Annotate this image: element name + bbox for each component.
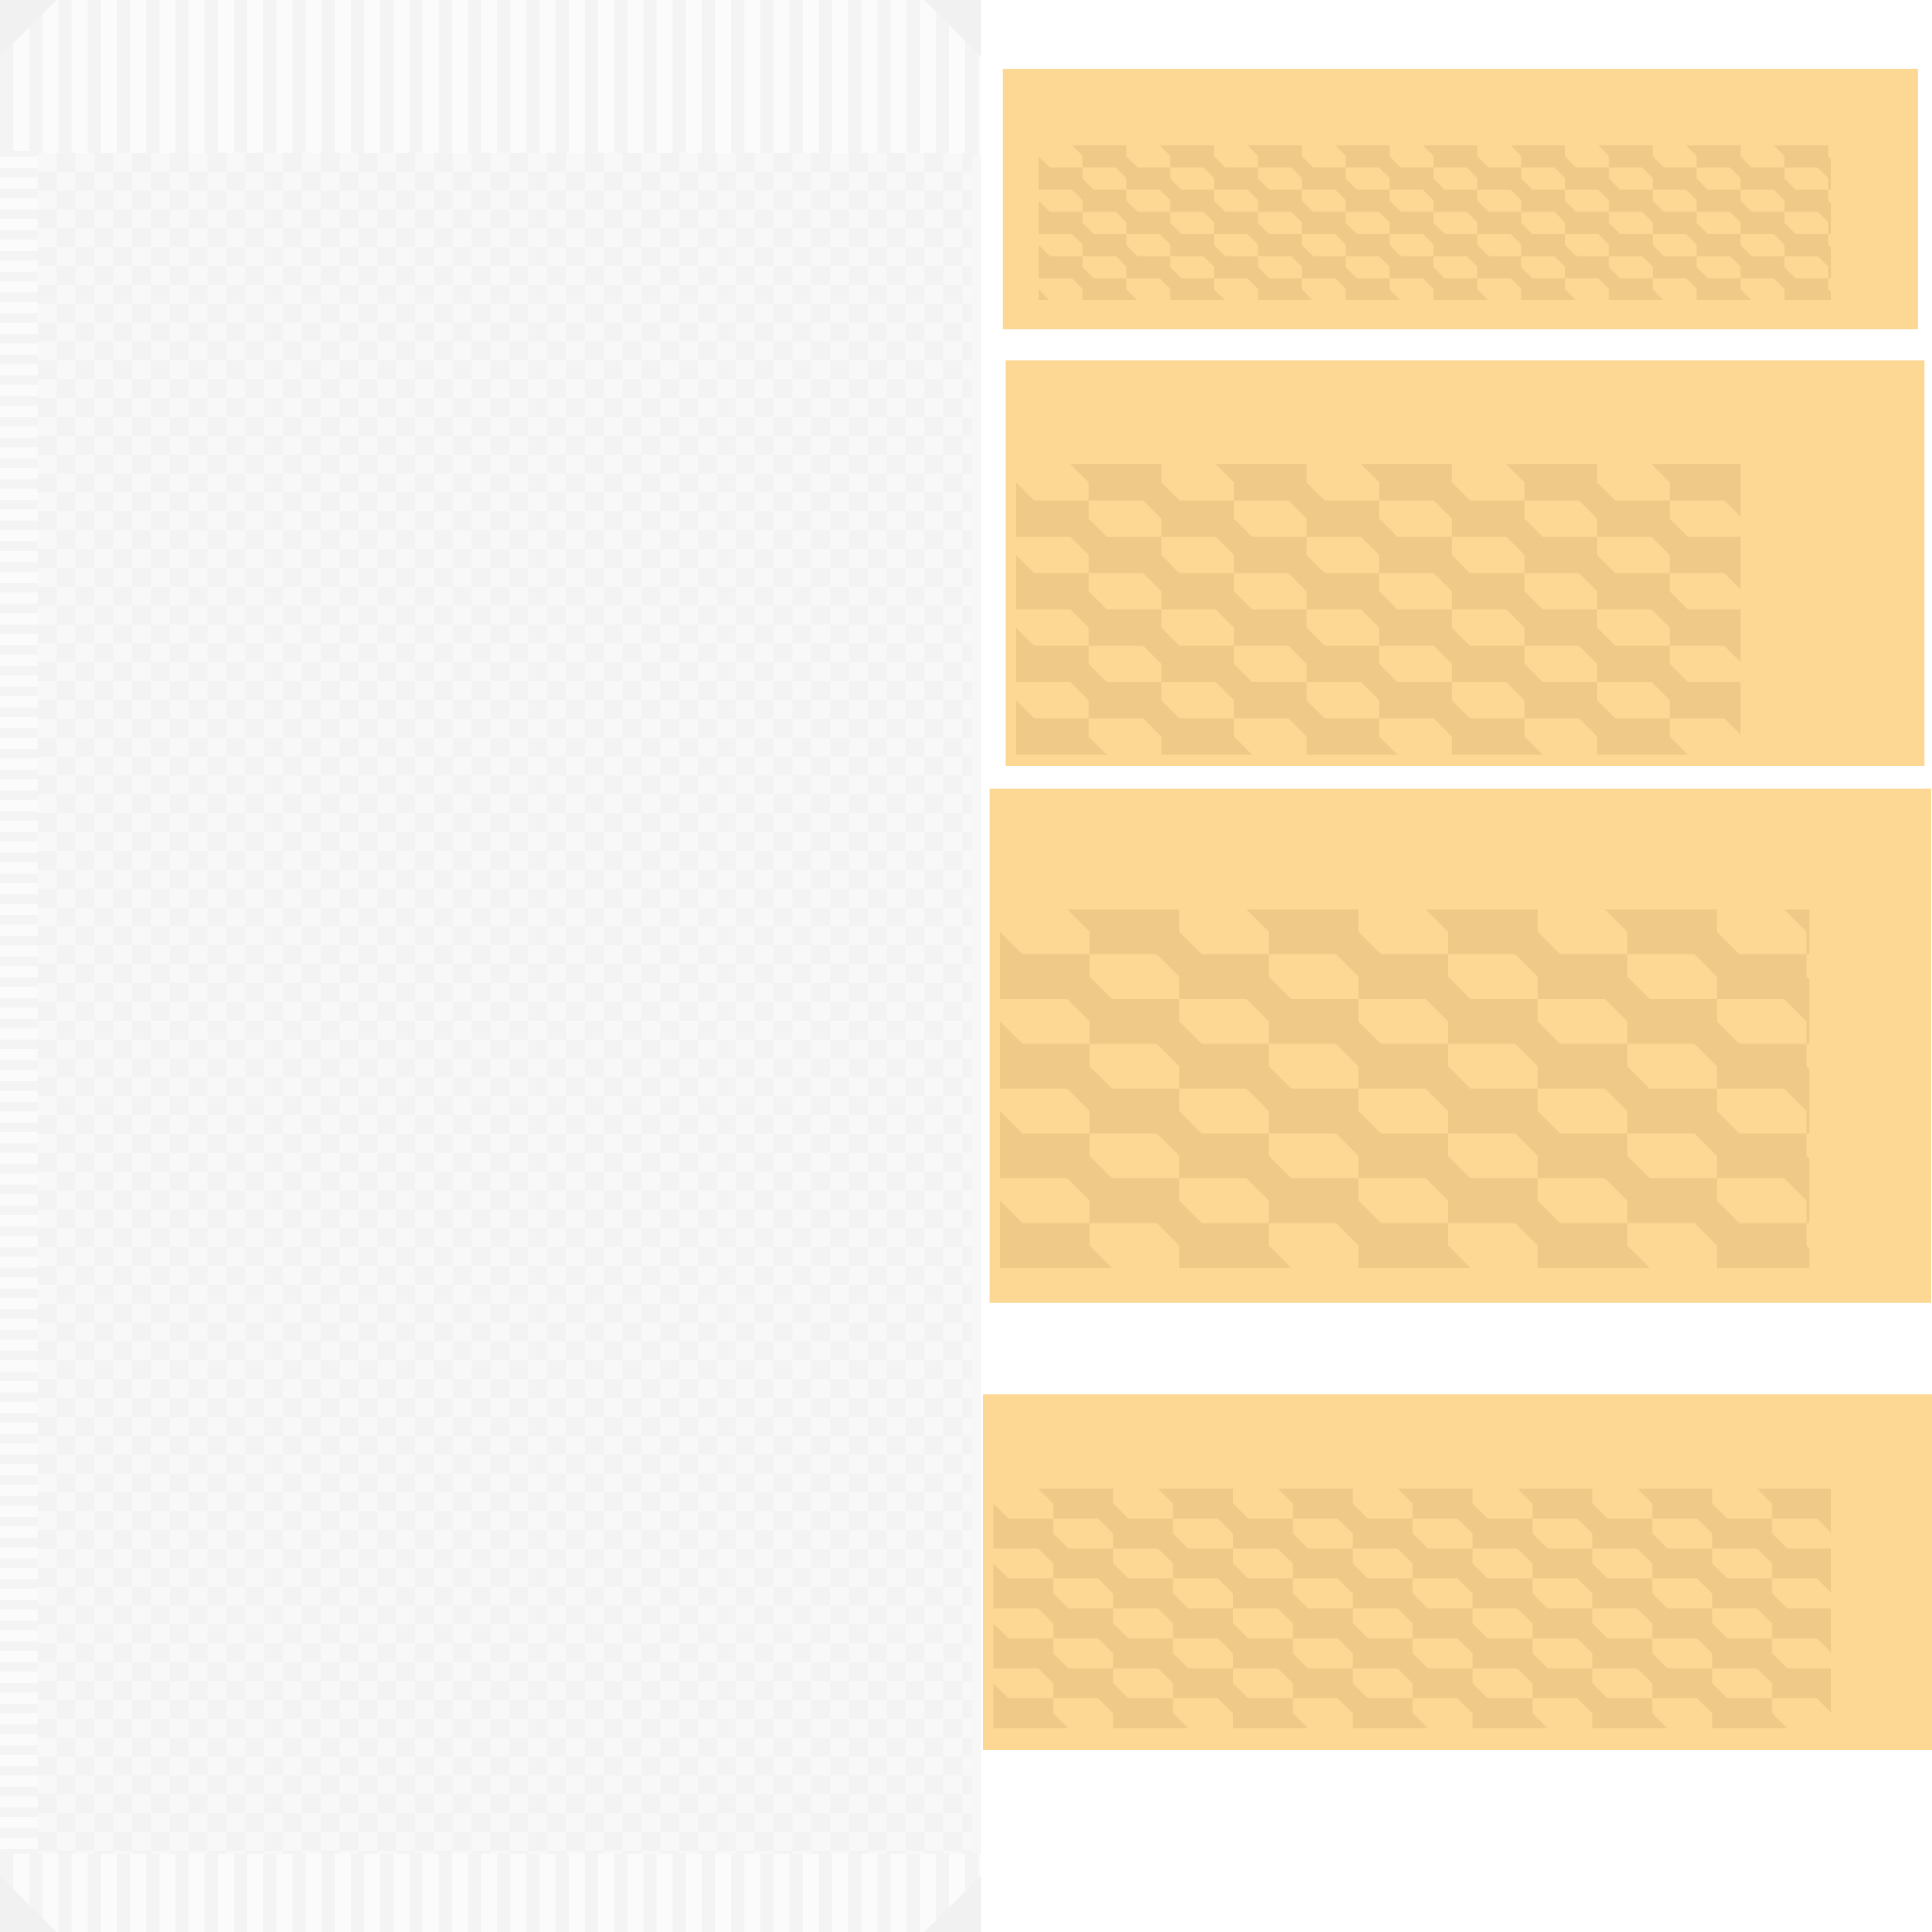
bottom-stripes <box>0 1854 981 1932</box>
orange-checker-2 <box>1016 464 1740 755</box>
orange-checker-4 <box>993 1489 1831 1728</box>
grey-checker-panel <box>0 0 981 1932</box>
orange-panel-4 <box>983 1394 1932 1750</box>
left-edge-stripes <box>0 151 38 1858</box>
grey-checker-area <box>38 153 972 1854</box>
canvas <box>0 0 1932 1932</box>
orange-panel-1 <box>1003 69 1918 329</box>
orange-panel-2 <box>1006 360 1924 766</box>
orange-checker-1 <box>1039 145 1831 300</box>
top-stripes <box>0 0 981 156</box>
orange-checker-3 <box>1000 909 1809 1268</box>
orange-panel-3 <box>990 789 1931 1303</box>
